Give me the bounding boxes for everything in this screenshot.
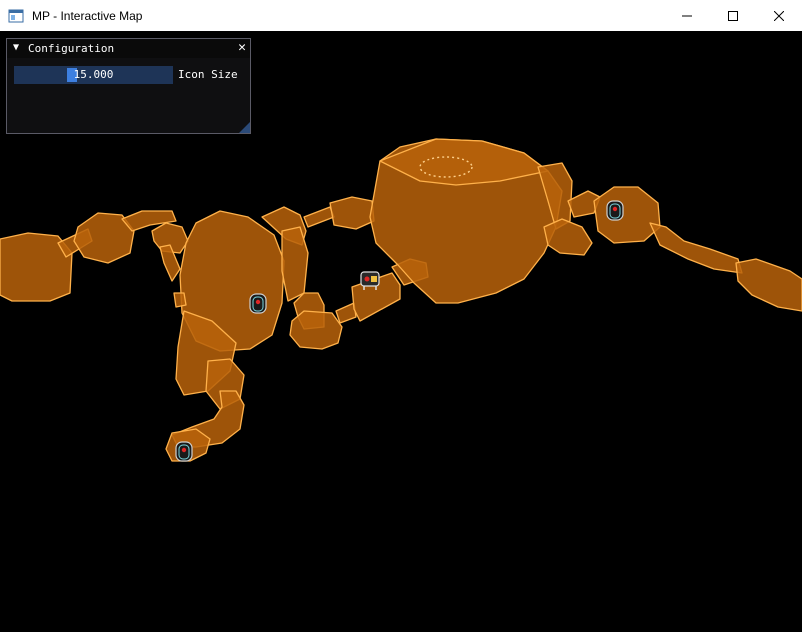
maximize-icon <box>728 10 738 21</box>
app-window: MP - Interactive Map ▼ Configuration ✕ 1… <box>0 0 802 632</box>
panel-close-button[interactable]: ✕ <box>235 40 249 56</box>
map-corridor <box>543 218 593 256</box>
close-icon <box>774 10 784 21</box>
title-bar[interactable]: MP - Interactive Map <box>0 0 802 31</box>
icon-size-slider[interactable]: 15.000 <box>14 66 173 84</box>
map-corridor <box>649 222 743 274</box>
icon-size-label: Icon Size <box>178 68 238 81</box>
icon-size-value: 15.000 <box>73 68 114 81</box>
collapse-arrow-icon[interactable]: ▼ <box>13 42 19 54</box>
window-title: MP - Interactive Map <box>32 9 143 23</box>
minimize-icon <box>682 15 692 16</box>
map-corridor <box>303 206 335 228</box>
map-regions <box>0 138 802 462</box>
map-marker-door[interactable] <box>606 200 624 221</box>
configuration-panel[interactable]: ▼ Configuration ✕ 15.000 Icon Size <box>6 38 251 134</box>
resize-grip[interactable] <box>239 122 250 133</box>
map-corridor <box>335 302 357 324</box>
app-window-icon <box>8 9 24 23</box>
map-corridor <box>173 292 187 308</box>
map-room <box>329 196 375 230</box>
map-room <box>735 258 802 312</box>
map-room <box>593 186 661 244</box>
map-room <box>289 310 343 350</box>
maximize-button[interactable] <box>710 0 756 31</box>
minimize-button[interactable] <box>664 0 710 31</box>
close-window-button[interactable] <box>756 0 802 31</box>
panel-header[interactable]: ▼ Configuration ✕ <box>7 39 250 58</box>
map-marker-door[interactable] <box>249 293 267 314</box>
map-marker-door[interactable] <box>175 441 193 462</box>
panel-title: Configuration <box>28 42 115 55</box>
